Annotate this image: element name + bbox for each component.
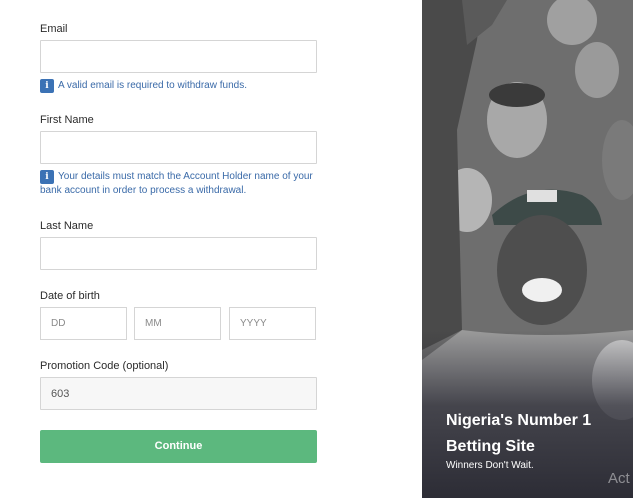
promo-label: Promotion Code (optional): [40, 360, 169, 372]
last-name-field[interactable]: [41, 238, 316, 269]
dob-year-wrapper: [229, 307, 316, 340]
email-field[interactable]: [41, 41, 316, 72]
info-icon: i: [40, 79, 54, 93]
email-field-wrapper: [40, 40, 317, 73]
email-info: i A valid email is required to withdraw f…: [40, 79, 320, 93]
hero-title: Nigeria's Number 1 Betting Site: [446, 412, 592, 455]
signup-form: Email i A valid email is required to with…: [0, 0, 422, 498]
first-name-field[interactable]: [41, 132, 316, 163]
first-name-info-text: Your details must match the Account Hold…: [40, 171, 313, 196]
email-label: Email: [40, 23, 68, 35]
email-info-text: A valid email is required to withdraw fu…: [58, 80, 247, 91]
last-name-label: Last Name: [40, 220, 94, 232]
promo-field-wrapper: [40, 377, 317, 410]
info-icon: i: [40, 170, 54, 184]
dob-label: Date of birth: [40, 290, 100, 302]
continue-button[interactable]: Continue: [40, 430, 317, 463]
dob-day-wrapper: [40, 307, 127, 340]
dob-month-field[interactable]: [135, 308, 220, 339]
first-name-field-wrapper: [40, 131, 317, 164]
hero-subtitle: Winners Don't Wait.: [446, 460, 534, 471]
promo-code-field[interactable]: [41, 378, 316, 409]
dob-day-field[interactable]: [41, 308, 126, 339]
first-name-info: i Your details must match the Account Hol…: [40, 170, 320, 198]
hero-panel: Nigeria's Number 1 Betting Site Winners …: [422, 0, 633, 498]
dob-month-wrapper: [134, 307, 221, 340]
last-name-field-wrapper: [40, 237, 317, 270]
first-name-label: First Name: [40, 114, 94, 126]
activation-watermark: Act: [608, 470, 630, 487]
dob-year-field[interactable]: [230, 308, 315, 339]
